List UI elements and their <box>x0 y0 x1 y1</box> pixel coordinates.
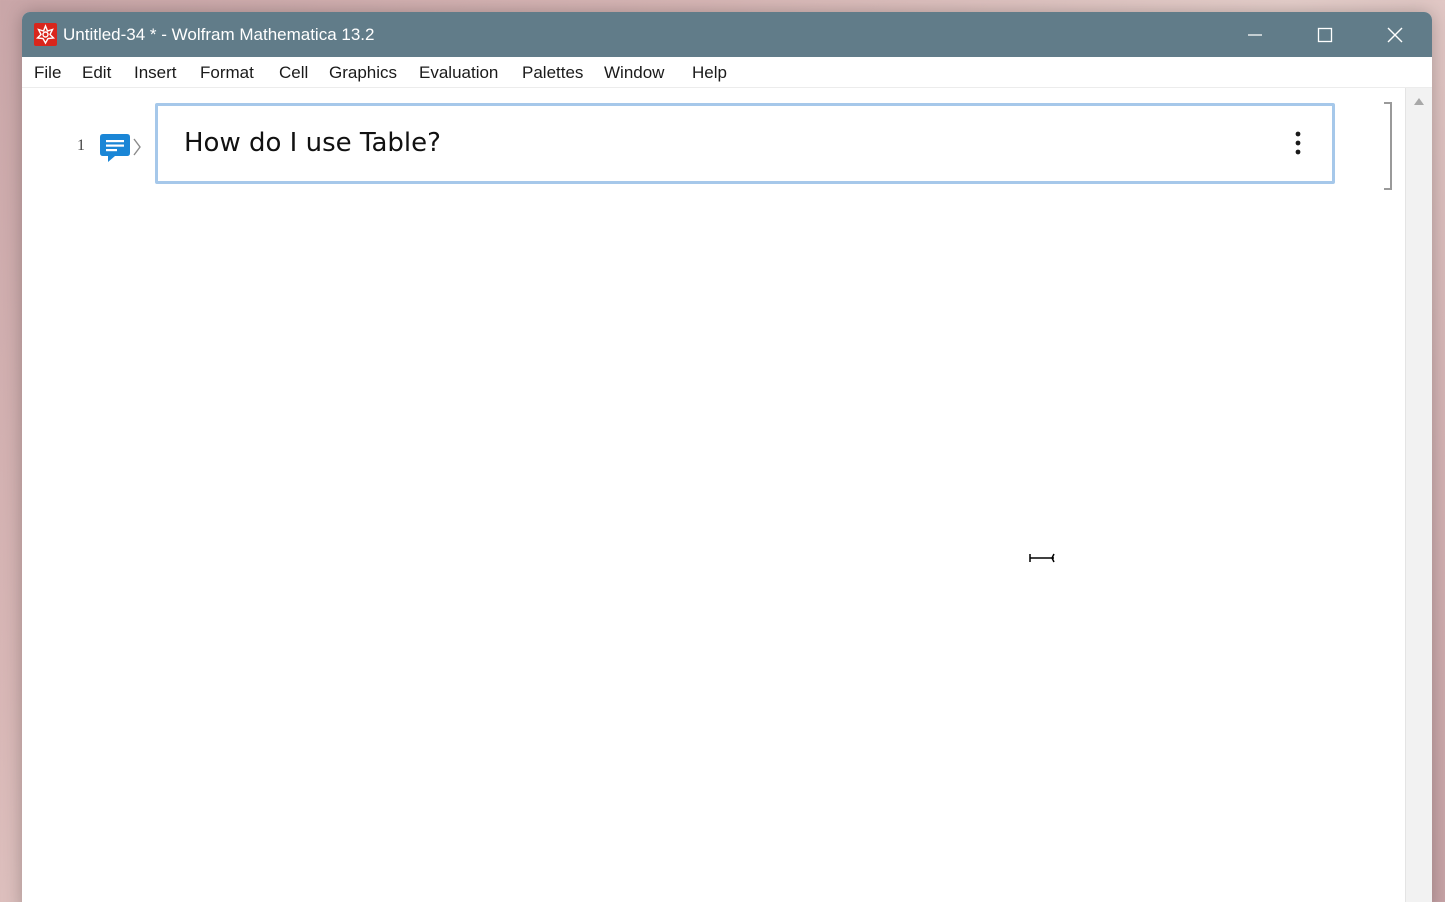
close-button[interactable] <box>1360 12 1430 57</box>
menu-evaluation[interactable]: Evaluation <box>419 62 498 84</box>
menu-window[interactable]: Window <box>604 62 664 84</box>
chat-input-cell[interactable]: How do I use Table? <box>155 103 1335 184</box>
vertical-ellipsis-icon[interactable] <box>1288 130 1308 156</box>
minimize-button[interactable] <box>1220 12 1290 57</box>
menu-bar: File Edit Insert Format Cell Graphics Ev… <box>22 57 1432 88</box>
notebook-area[interactable]: 1 How do I use Table? <box>22 88 1405 902</box>
maximize-button[interactable] <box>1290 12 1360 57</box>
maximize-icon <box>1317 27 1333 43</box>
scroll-up-arrow-icon[interactable] <box>1414 98 1424 105</box>
cell-label: 1 <box>77 137 85 154</box>
menu-help[interactable]: Help <box>692 62 727 84</box>
menu-palettes[interactable]: Palettes <box>522 62 583 84</box>
menu-edit[interactable]: Edit <box>82 62 111 84</box>
chat-input-icon[interactable] <box>99 133 131 163</box>
chevron-right-icon[interactable] <box>132 138 142 156</box>
close-icon <box>1387 27 1403 43</box>
title-bar[interactable]: Untitled-34 * - Wolfram Mathematica 13.2 <box>22 12 1432 57</box>
menu-graphics[interactable]: Graphics <box>329 62 397 84</box>
menu-format[interactable]: Format <box>200 62 254 84</box>
menu-insert[interactable]: Insert <box>134 62 177 84</box>
menu-file[interactable]: File <box>34 62 61 84</box>
mathematica-window: Untitled-34 * - Wolfram Mathematica 13.2… <box>22 12 1432 902</box>
vertical-scrollbar[interactable] <box>1405 88 1432 902</box>
minimize-icon <box>1248 34 1262 36</box>
wolfram-spikey-icon[interactable] <box>34 23 57 46</box>
window-title: Untitled-34 * - Wolfram Mathematica 13.2 <box>63 25 375 44</box>
horizontal-resize-cursor-icon <box>1029 553 1055 563</box>
cell-bracket[interactable] <box>1384 102 1392 190</box>
menu-cell[interactable]: Cell <box>279 62 308 84</box>
chat-input-text[interactable]: How do I use Table? <box>184 126 441 160</box>
